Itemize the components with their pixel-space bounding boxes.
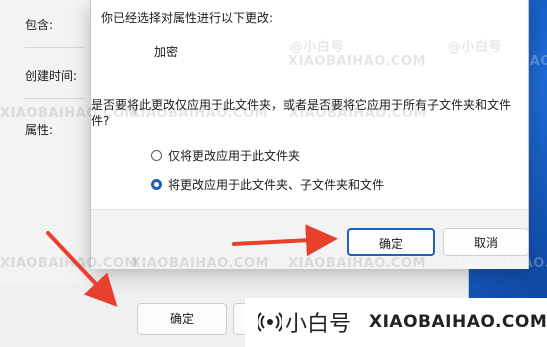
arrow-to-properties-ok [46,231,118,307]
annotation-arrows [46,224,338,307]
arrow-to-dialog-ok [232,224,338,257]
